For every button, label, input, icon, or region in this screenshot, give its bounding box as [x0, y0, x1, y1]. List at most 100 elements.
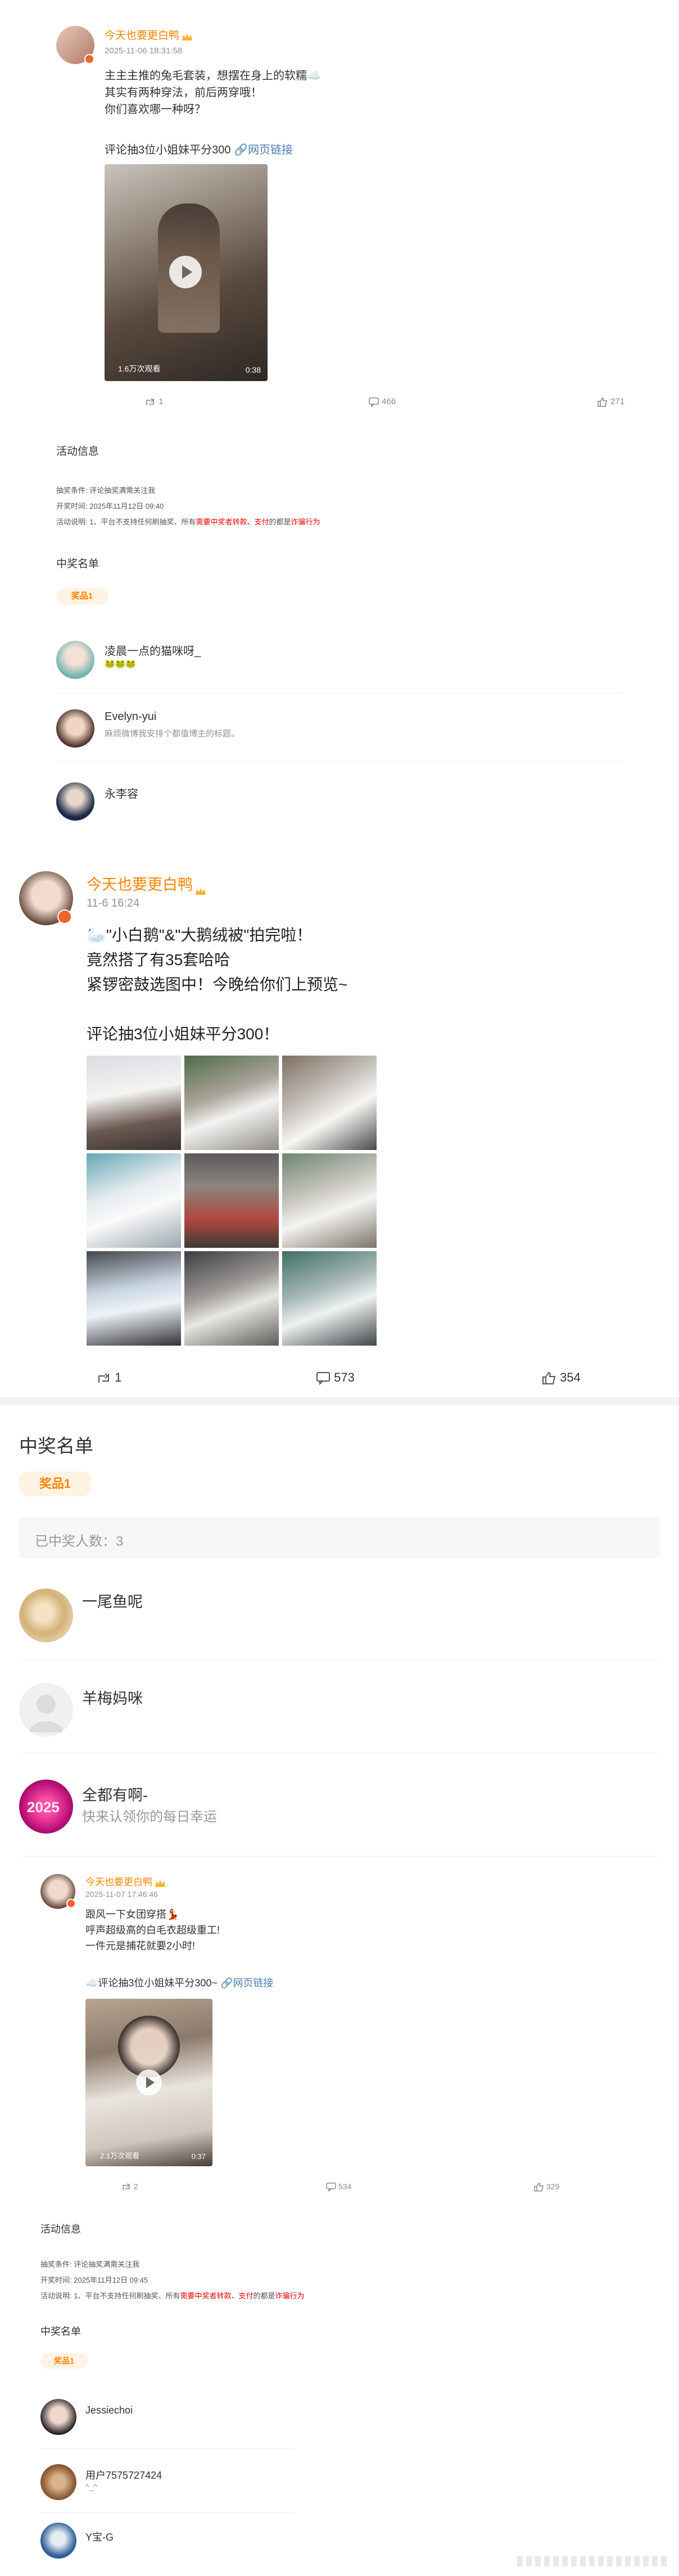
winners-section-prize-badge: 奖品1 — [19, 1472, 91, 1496]
post3-activity-desc: 活动说明: 1、平台不支持任何刷抽奖、所有需要中奖者转款、支付的都是诈骗行为 — [40, 2292, 305, 2300]
repost-icon — [146, 398, 154, 406]
post1-winner-1-name[interactable]: 凌晨一点的猫咪呀_ — [105, 642, 201, 658]
post2-time: 11-6 16:24 — [87, 897, 140, 909]
post2-image-8[interactable] — [184, 1251, 279, 1346]
post1-comment-button[interactable]: 466 — [368, 397, 396, 408]
post2-repost-button[interactable]: 1 — [97, 1370, 121, 1385]
post3-line-1: 跟风一下女团穿搭💃 — [85, 1909, 179, 1920]
winners-section-winner-2-name[interactable]: 羊梅妈咪 — [82, 1686, 143, 1708]
post3-video-duration: 0:37 — [191, 2152, 206, 2161]
post3-winner-2-avatar[interactable] — [40, 2464, 76, 2500]
post3-vip-badge — [66, 1899, 76, 1908]
post2-image-4[interactable] — [87, 1153, 181, 1248]
post3-winners-title: 中奖名单 — [40, 2326, 81, 2337]
divider — [56, 692, 623, 693]
watermark-strip — [517, 2556, 669, 2566]
post3-winner-3-avatar[interactable] — [40, 2523, 76, 2559]
winners-section-title: 中奖名单 — [19, 1436, 93, 1456]
post2-author[interactable]: 今天也要更白鸭 — [87, 872, 206, 895]
post1-video-duration: 0:38 — [245, 365, 261, 374]
post1-activity-desc: 活动说明: 1、平台不支持任何刷抽奖、所有需要中奖者转款、支付的都是诈骗行为 — [56, 518, 320, 526]
section-divider — [0, 1397, 679, 1405]
post1-activity-draw: 开奖时间: 2025年11月12日 09:40 — [56, 502, 164, 510]
post1-activity-cond: 抽奖条件: 评论抽奖满需关注我 — [56, 486, 156, 495]
post2-image-9[interactable] — [282, 1251, 377, 1346]
post3-text: 跟风一下女团穿搭💃 呼声超级高的白毛衣超级重工! 一件元是捕花就要2小时! — [85, 1907, 220, 1954]
post3-repost-button[interactable]: 2 — [121, 2182, 138, 2192]
post1-winner-1-avatar[interactable] — [56, 641, 94, 679]
post3-winner-3-name[interactable]: Y宝-G — [85, 2529, 114, 2544]
like-icon — [534, 2183, 544, 2192]
post2-line-3: 紧锣密鼓选图中！今晚给你们上预览~ — [87, 976, 348, 993]
default-avatar-icon — [29, 1695, 63, 1732]
post1-prize-badge: 奖品1 — [56, 588, 108, 605]
post3-winner-1-avatar[interactable] — [40, 2399, 76, 2435]
post1-line-1: 主主主推的兔毛套装，想摆在身上的软糯☁️ — [105, 70, 321, 82]
winners-section-winner-3-sub: 快来认领你的每日幸运 — [82, 1809, 217, 1825]
post1-text: 主主主推的兔毛套装，想摆在身上的软糯☁️ 其实有两种穿法，前后两穿哦！ 你们喜欢… — [105, 67, 321, 118]
post1-video[interactable]: 1.6万次观看 0:38 — [105, 164, 268, 381]
play-icon[interactable] — [169, 256, 202, 288]
post2-image-2[interactable] — [184, 1056, 279, 1150]
post1-vip-badge — [84, 54, 94, 64]
post3-line-3: 一件元是捕花就要2小时! — [85, 1940, 196, 1952]
winners-section-winner-1-name[interactable]: 一尾鱼呢 — [82, 1590, 143, 1611]
post1-winner-3-avatar[interactable] — [56, 782, 94, 821]
post1-winner-2-name[interactable]: Evelyn-yui — [105, 710, 156, 723]
post2-image-5[interactable] — [184, 1153, 279, 1248]
post3-video[interactable]: 2.1万次观看 0:37 — [85, 1999, 212, 2166]
post3-activity-draw: 开奖时间: 2025年11月12日 09:45 — [40, 2276, 148, 2284]
post1-winner-3-name[interactable]: 永李容 — [105, 785, 138, 801]
post1-winner-1-sub: 🐸🐸🐸 — [105, 659, 137, 669]
crown-icon — [155, 1879, 166, 1887]
post3-weblink[interactable]: 网页链接 — [233, 1977, 273, 1989]
repost-icon — [123, 2183, 130, 2191]
winners-section-winner-3-avatar[interactable]: 2025 — [19, 1780, 73, 1833]
like-icon — [542, 1372, 556, 1385]
post2-image-3[interactable] — [282, 1056, 377, 1150]
weblink-icon: 🔗 — [234, 144, 248, 156]
post2-vip-badge — [57, 909, 72, 924]
crown-icon — [195, 882, 206, 895]
post1-repost-button[interactable]: 1 — [145, 397, 164, 407]
post1-winner-2-avatar[interactable] — [56, 709, 94, 748]
post3-winner-1-name[interactable]: Jessiechoi — [85, 2405, 133, 2416]
play-icon[interactable] — [136, 2070, 162, 2095]
post3-prize-badge: 奖品1 — [40, 2353, 88, 2369]
post1-like-button[interactable]: 271 — [597, 397, 624, 407]
post2-image-1[interactable] — [87, 1056, 181, 1150]
post1-activity-title: 活动信息 — [56, 446, 99, 458]
post2-comment-button[interactable]: 573 — [316, 1370, 355, 1386]
weblink-icon: 🔗 — [220, 1977, 233, 1989]
divider — [56, 761, 623, 762]
post1-author[interactable]: 今天也要更白鸭 — [105, 27, 193, 42]
post1-winner-2-sub: 麻烦微博我安排个都值博主的标题。 — [105, 729, 240, 739]
post2-image-7[interactable] — [87, 1251, 181, 1346]
post1-lottery: 评论抽3位小姐妹平分300 🔗网页链接 — [105, 144, 293, 156]
post1-time: 2025-11-06 18:31:58 — [105, 46, 183, 56]
winners-section-winner-1-avatar[interactable] — [19, 1588, 73, 1642]
post2-like-button[interactable]: 354 — [542, 1370, 581, 1385]
post1-weblink[interactable]: 网页链接 — [248, 144, 293, 156]
winners-section-winner-3-name[interactable]: 全都有啊- — [82, 1783, 148, 1805]
post2-image-6[interactable] — [282, 1153, 377, 1248]
winners-section-winner-2-avatar[interactable] — [19, 1683, 73, 1737]
post2-lottery: 评论抽3位小姐妹平分300！ — [87, 1025, 279, 1043]
post2-text: 🦢"小白鹅"&"大鹅绒被"拍完啦！ 竟然搭了有35套哈哈 紧锣密鼓选图中！今晚给… — [87, 923, 347, 997]
post3-like-button[interactable]: 329 — [534, 2182, 559, 2192]
post3-time: 2025-11-07 17:46:46 — [85, 1890, 158, 1899]
post1-winners-title: 中奖名单 — [56, 558, 99, 570]
post2-line-2: 竟然搭了有35套哈哈 — [87, 951, 230, 968]
winners-count: 已中奖人数：3 — [35, 1534, 124, 1549]
divider — [40, 2448, 293, 2449]
post3-comment-button[interactable]: 534 — [326, 2182, 351, 2193]
repost-icon — [98, 1373, 109, 1383]
post3-activity-cond: 抽奖条件: 评论抽奖满需关注我 — [40, 2260, 140, 2269]
post3-line-2: 呼声超级高的白毛衣超级重工! — [85, 1925, 220, 1936]
crown-icon — [182, 32, 193, 40]
comment-icon — [326, 2183, 336, 2193]
post3-winner-2-name[interactable]: 用户7575727424 — [85, 2468, 162, 2482]
post3-activity-title: 活动信息 — [40, 2224, 81, 2235]
post3-author[interactable]: 今天也要更白鸭 — [85, 1874, 166, 1888]
like-icon — [597, 397, 607, 407]
